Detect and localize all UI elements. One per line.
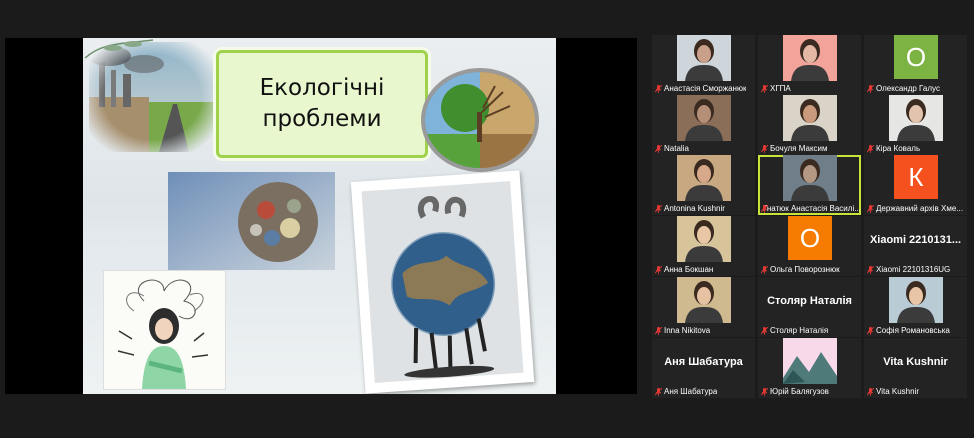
tree-contrast-image	[421, 68, 539, 172]
muted-mic-icon	[761, 265, 768, 274]
participant-tile[interactable]: Бочуля Максим	[758, 95, 861, 155]
participant-name: Столяр Наталія	[761, 326, 828, 335]
polluted-earth-image	[350, 170, 535, 394]
participant-name: Анна Бокшан	[655, 265, 713, 274]
participant-avatar-letter: К	[894, 155, 938, 199]
participant-tile[interactable]: О Олександр Галус	[864, 35, 967, 95]
participant-name: Державний архів Хме...	[867, 204, 963, 213]
participant-name: Ольга Поворознюк	[761, 265, 840, 274]
participant-tile[interactable]: Inna Nikitova	[652, 277, 755, 337]
participant-tile[interactable]: Анна Бокшан	[652, 216, 755, 276]
participant-tile[interactable]: Vita Kushnir Vita Kushnir	[864, 338, 967, 398]
participant-name: Софія Романовська	[867, 326, 950, 335]
slide-title: Екологічні проблеми	[216, 50, 428, 158]
participant-video	[783, 155, 837, 201]
muted-mic-icon	[867, 84, 874, 93]
participant-video	[889, 95, 943, 141]
muted-mic-icon	[655, 265, 662, 274]
muted-mic-icon	[761, 326, 768, 335]
participant-name: Inna Nikitova	[655, 326, 710, 335]
participant-tile[interactable]: Natalia	[652, 95, 755, 155]
muted-mic-icon	[655, 84, 662, 93]
participant-tile[interactable]: ХГПА	[758, 35, 861, 95]
participant-tile[interactable]: К Державний архів Хме...	[864, 155, 967, 215]
participant-video	[783, 95, 837, 141]
muted-mic-icon	[761, 387, 768, 396]
participant-tile[interactable]: Столяр Наталія Столяр Наталія	[758, 277, 861, 337]
participant-display-name: Vita Kushnir	[883, 356, 948, 368]
participant-display-name: Xiaomi 2210131...	[869, 234, 962, 246]
muted-mic-icon	[655, 387, 662, 396]
trash-globe-image	[168, 172, 335, 270]
shared-slide: Екологічні проблеми	[83, 38, 556, 394]
muted-mic-icon	[867, 144, 874, 153]
muted-mic-icon	[867, 265, 874, 274]
participant-name: Бочуля Максим	[761, 144, 828, 153]
participant-name: Олександр Галус	[867, 84, 940, 93]
participant-name: Vita Kushnir	[867, 387, 919, 396]
participant-display-name: Столяр Наталія	[767, 295, 852, 307]
muted-mic-icon	[761, 144, 768, 153]
participant-tile[interactable]: Кіра Коваль	[864, 95, 967, 155]
slide-title-line2: проблеми	[262, 106, 382, 132]
participant-name: Анастасія Сморжанюк	[655, 84, 746, 93]
stressed-girl-image	[103, 270, 226, 390]
muted-mic-icon	[655, 204, 662, 213]
participant-name: Кіра Коваль	[867, 144, 920, 153]
participant-name: Гнатюк Анастасія Василі...	[761, 204, 860, 213]
participant-tile[interactable]: Юрій Балягузов	[758, 338, 861, 398]
participant-name: Юрій Балягузов	[761, 387, 829, 396]
muted-mic-icon	[867, 387, 874, 396]
participant-video	[677, 35, 731, 81]
participant-display-name: Аня Шабатура	[664, 356, 743, 368]
participant-avatar-letter: О	[894, 35, 938, 79]
participant-tile[interactable]: Antonina Kushnir	[652, 155, 755, 215]
participant-video	[889, 277, 943, 323]
leaf-decoration	[83, 38, 163, 62]
participant-tile[interactable]: Xiaomi 2210131... Xiaomi 22101316UG	[864, 216, 967, 276]
participant-tile[interactable]: Гнатюк Анастасія Василі...	[758, 155, 861, 215]
slide-title-line1: Екологічні	[259, 75, 385, 101]
participant-profile-picture	[783, 338, 837, 384]
participant-video	[677, 95, 731, 141]
participant-video	[677, 155, 731, 201]
participant-name: Аня Шабатура	[655, 387, 717, 396]
participant-tile[interactable]: Анастасія Сморжанюк	[652, 35, 755, 95]
participant-name: Xiaomi 22101316UG	[867, 265, 950, 274]
participant-tile[interactable]: Софія Романовська	[864, 277, 967, 337]
participant-video	[783, 35, 837, 81]
muted-mic-icon	[761, 84, 768, 93]
participant-name: ХГПА	[761, 84, 791, 93]
participant-name: Antonina Kushnir	[655, 204, 725, 213]
participant-video	[677, 277, 731, 323]
muted-mic-icon	[867, 326, 874, 335]
muted-mic-icon	[867, 204, 874, 213]
muted-mic-icon	[655, 326, 662, 335]
participant-name: Natalia	[655, 144, 689, 153]
participant-avatar-letter: О	[788, 216, 832, 260]
participant-tile[interactable]: О Ольга Поворознюк	[758, 216, 861, 276]
muted-mic-icon	[655, 144, 662, 153]
participant-tile[interactable]: Аня Шабатура Аня Шабатура	[652, 338, 755, 398]
participant-video	[677, 216, 731, 262]
